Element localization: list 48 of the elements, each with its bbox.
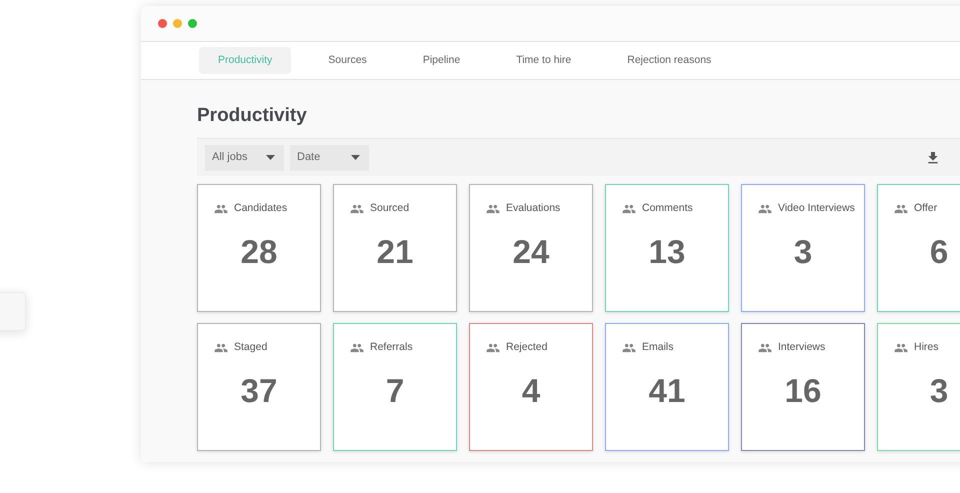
card-label: Staged: [234, 340, 268, 355]
caret-icon: [351, 155, 360, 160]
card-label: Referrals: [370, 340, 413, 355]
stat-card[interactable]: Offer 6: [877, 184, 960, 312]
tab[interactable]: Rejection reasons: [608, 47, 730, 74]
page-heading: Productivity: [197, 104, 308, 128]
card-value: 3: [930, 374, 948, 407]
stat-card[interactable]: Hires 3: [877, 323, 960, 451]
stat-card[interactable]: Candidates 28: [197, 184, 321, 312]
card-label: Interviews: [778, 340, 826, 355]
card-label: Comments: [642, 201, 693, 216]
caret-icon: [266, 155, 275, 160]
stat-card[interactable]: Rejected 4: [469, 323, 593, 451]
card-value: 4: [522, 374, 540, 407]
minimize-icon[interactable]: [173, 19, 182, 28]
stat-card[interactable]: Interviews 16: [741, 323, 865, 451]
card-value: 6: [930, 234, 948, 268]
stat-card[interactable]: Comments 13: [605, 184, 729, 312]
stat-card[interactable]: Referrals 7: [333, 323, 457, 451]
filter-dropdown[interactable]: All jobs: [205, 144, 284, 170]
stat-card[interactable]: Staged 37: [197, 323, 321, 451]
card-label: Offer: [914, 201, 938, 216]
card-label: Emails: [642, 340, 674, 355]
tab[interactable]: Sources: [309, 47, 386, 74]
stat-card[interactable]: Sourced 21: [333, 184, 457, 312]
stat-card[interactable]: Evaluations 24: [469, 184, 593, 312]
card-label: Evaluations: [506, 201, 560, 216]
card-value: 28: [240, 234, 278, 268]
card-value: 41: [648, 374, 686, 407]
tab[interactable]: Time to hire: [497, 47, 590, 74]
card-value: 24: [512, 234, 550, 268]
stat-card[interactable]: Video Interviews 3: [741, 184, 865, 312]
card-label: Rejected: [506, 340, 548, 355]
card-value: 13: [648, 234, 686, 268]
close-icon[interactable]: [158, 19, 167, 28]
tab[interactable]: Pipeline: [404, 47, 480, 74]
card-value: 3: [794, 234, 812, 268]
card-value: 7: [386, 374, 404, 407]
stat-card[interactable]: Emails 41: [605, 323, 729, 451]
card-value: 16: [784, 374, 822, 407]
maximize-icon[interactable]: [188, 19, 197, 28]
card-label: Hires: [914, 340, 939, 355]
card-label: Candidates: [234, 201, 288, 216]
card-value: 37: [240, 374, 278, 407]
card-label: Sourced: [370, 201, 410, 216]
card-label: Video Interviews: [778, 201, 855, 216]
card-value: 21: [376, 234, 414, 268]
filter-dropdown[interactable]: Date: [290, 144, 369, 170]
